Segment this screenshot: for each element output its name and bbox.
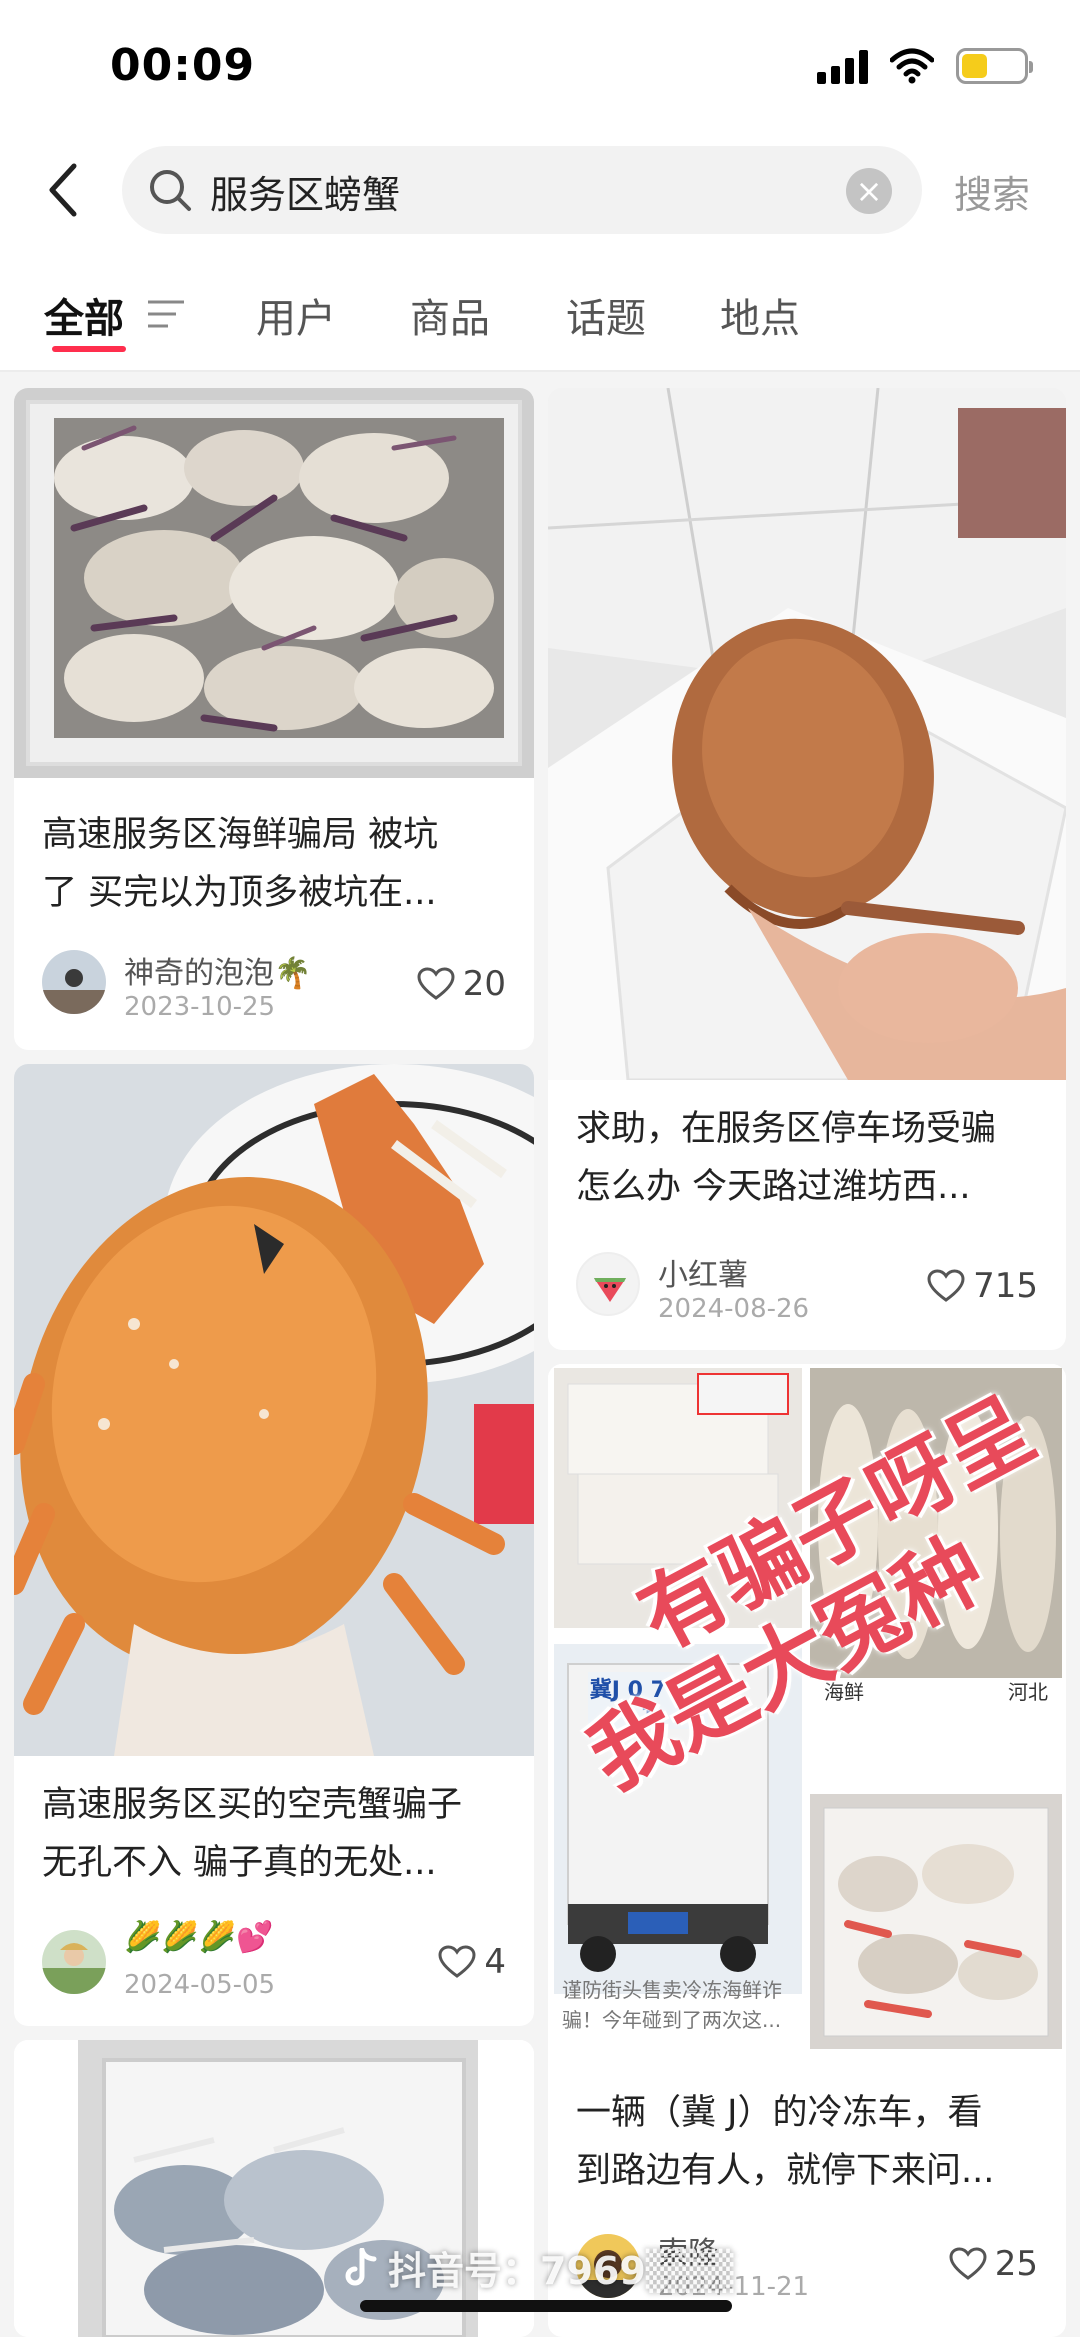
post-card[interactable]: 冀J 0 7 J B 1 谨防街头售卖冷冻海鲜诈 骗！今年碰到了两次这... 海… bbox=[548, 1364, 1066, 2337]
post-title-line: 一辆（冀 J）的冷冻车，看 bbox=[576, 2093, 983, 2133]
tab-topics[interactable]: 话题 bbox=[566, 286, 646, 344]
post-title-line: 到路边有人，就停下来问... bbox=[576, 2151, 995, 2191]
battery-icon bbox=[956, 48, 1033, 84]
like-button[interactable]: 20 bbox=[417, 964, 506, 1004]
post-title-line: 了 买完以为顶多被坑在... bbox=[42, 873, 437, 913]
collage-caption: 骗！今年碰到了两次这... bbox=[562, 2008, 782, 2032]
post-cover-image[interactable] bbox=[14, 388, 534, 778]
header-divider bbox=[0, 370, 1080, 372]
author-name[interactable]: 小红薯 bbox=[658, 1250, 748, 1294]
author-name[interactable]: 🌽🌽🌽💕 bbox=[124, 1920, 273, 1955]
post-date: 2023-10-25 bbox=[124, 992, 276, 1022]
like-count: 25 bbox=[994, 2244, 1038, 2284]
post-title-line: 高速服务区买的空壳蟹骗子 bbox=[42, 1785, 463, 1825]
collage-caption: 河北 bbox=[1008, 1680, 1048, 1704]
signal-icon bbox=[817, 48, 868, 84]
douyin-watermark: 抖音号：7969▒▒▒ bbox=[342, 2240, 733, 2295]
post-date: 2024-05-05 bbox=[124, 1970, 276, 2000]
avatar[interactable] bbox=[42, 1930, 106, 1994]
author-name[interactable]: 神奇的泡泡🌴 bbox=[124, 948, 311, 992]
post-title-line: 高速服务区海鲜骗局 被坑 bbox=[42, 815, 439, 855]
tab-all[interactable]: 全部 bbox=[44, 286, 124, 344]
home-indicator bbox=[360, 2300, 732, 2312]
tab-products[interactable]: 商品 bbox=[410, 286, 490, 344]
post-cover-image[interactable] bbox=[14, 1064, 534, 1756]
heart-icon bbox=[438, 1945, 476, 1978]
post-card[interactable]: 高速服务区海鲜骗局 被坑 了 买完以为顶多被坑在... 神奇的泡泡🌴 2023-… bbox=[14, 388, 534, 1050]
watermark-text: 抖音号：7969▒▒▒ bbox=[388, 2249, 734, 2293]
search-input[interactable]: 服务区螃蟹 × bbox=[122, 146, 922, 234]
heart-icon bbox=[417, 967, 455, 1000]
post-cover-image[interactable] bbox=[548, 388, 1066, 1080]
post-card[interactable]: 高速服务区买的空壳蟹骗子 无孔不入 骗子真的无处... 🌽🌽🌽💕 2024-05… bbox=[14, 1064, 534, 2026]
like-button[interactable]: 715 bbox=[927, 1266, 1038, 1306]
post-title: 高速服务区海鲜骗局 被坑 了 买完以为顶多被坑在... bbox=[42, 806, 512, 922]
filter-icon[interactable] bbox=[146, 298, 186, 332]
heart-icon bbox=[927, 1269, 965, 1302]
search-query: 服务区螃蟹 bbox=[210, 173, 401, 217]
back-arrow-icon[interactable] bbox=[44, 160, 84, 220]
collage-caption: 谨防街头售卖冷冻海鲜诈 bbox=[562, 1978, 782, 2002]
header: 00:09 服务区螃蟹 × 搜索 全部 用户 商品 话题 地点 bbox=[0, 0, 1080, 372]
post-date: 2024-08-26 bbox=[658, 1294, 810, 1324]
post-title: 求助，在服务区停车场受骗 怎么办 今天路过潍坊西... bbox=[576, 1100, 1046, 1216]
like-count: 4 bbox=[484, 1942, 506, 1982]
tiktok-logo-icon bbox=[345, 2247, 377, 2285]
wifi-icon bbox=[890, 48, 934, 84]
like-button[interactable]: 25 bbox=[949, 2244, 1038, 2284]
avatar[interactable] bbox=[576, 1252, 640, 1316]
post-card[interactable]: 求助，在服务区停车场受骗 怎么办 今天路过潍坊西... 小红薯 2024-08-… bbox=[548, 388, 1066, 1350]
tab-places[interactable]: 地点 bbox=[720, 286, 800, 344]
post-title-line: 怎么办 今天路过潍坊西... bbox=[576, 1167, 971, 1207]
post-title-line: 无孔不入 骗子真的无处... bbox=[42, 1843, 437, 1883]
status-time: 00:09 bbox=[110, 40, 256, 91]
post-cover-image[interactable]: 冀J 0 7 J B 1 谨防街头售卖冷冻海鲜诈 骗！今年碰到了两次这... 海… bbox=[548, 1364, 1066, 2054]
like-count: 715 bbox=[973, 1266, 1038, 1306]
tab-bar: 全部 用户 商品 话题 地点 bbox=[0, 278, 1080, 358]
search-button[interactable]: 搜索 bbox=[954, 164, 1030, 219]
avatar[interactable] bbox=[42, 950, 106, 1014]
clear-search-icon[interactable]: × bbox=[846, 168, 892, 214]
heart-icon bbox=[949, 2247, 987, 2280]
like-count: 20 bbox=[462, 964, 506, 1004]
status-icons bbox=[817, 48, 1033, 84]
like-button[interactable]: 4 bbox=[438, 1942, 506, 1982]
post-title: 高速服务区买的空壳蟹骗子 无孔不入 骗子真的无处... bbox=[42, 1776, 512, 1892]
post-title: 一辆（冀 J）的冷冻车，看 到路边有人，就停下来问... bbox=[576, 2084, 1046, 2200]
search-icon bbox=[150, 170, 191, 211]
tab-users[interactable]: 用户 bbox=[256, 286, 336, 344]
post-title-line: 求助，在服务区停车场受骗 bbox=[576, 1109, 997, 1149]
active-tab-indicator bbox=[52, 346, 126, 352]
